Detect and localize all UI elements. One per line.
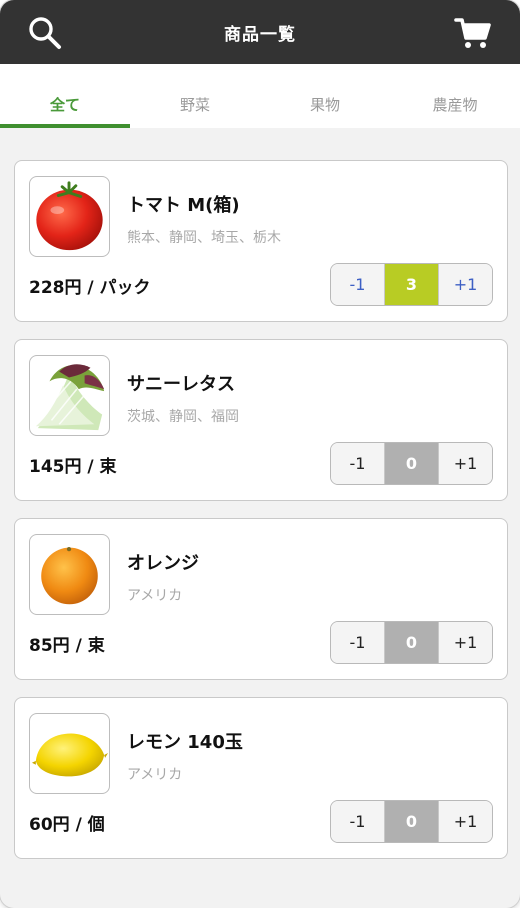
increment-button[interactable]: +1 <box>438 443 492 484</box>
product-origin: アメリカ <box>127 588 183 604</box>
decrement-button[interactable]: -1 <box>331 801 385 842</box>
orange-image <box>29 534 110 615</box>
quantity-count: 0 <box>385 801 438 842</box>
product-price: 145円 / 束 <box>29 457 117 477</box>
decrement-button[interactable]: -1 <box>331 443 385 484</box>
quantity-stepper: -1 3 +1 <box>330 263 493 306</box>
quantity-stepper: -1 0 +1 <box>330 800 493 843</box>
cart-icon[interactable] <box>454 14 492 52</box>
increment-button[interactable]: +1 <box>438 622 492 663</box>
product-card[interactable]: サニーレタス 茨城、静岡、福岡 145円 / 束 -1 0 +1 <box>14 339 508 501</box>
product-name: オレンジ <box>127 553 199 574</box>
product-name: サニーレタス <box>127 374 235 395</box>
tomato-image <box>29 176 110 257</box>
app-frame: 商品一覧 全て 野菜 果物 農産物 トマト M(箱) 熊本、静岡、埼玉、栃木 2… <box>0 0 520 908</box>
lemon-image <box>29 713 110 794</box>
lettuce-image <box>29 355 110 436</box>
decrement-button[interactable]: -1 <box>331 264 385 305</box>
product-price: 228円 / パック <box>29 278 151 298</box>
search-icon[interactable] <box>26 14 64 52</box>
product-name: レモン 140玉 <box>127 732 243 753</box>
tab-fruits[interactable]: 果物 <box>260 64 390 128</box>
product-origin: アメリカ <box>127 767 183 783</box>
tab-all[interactable]: 全て <box>0 64 130 128</box>
quantity-count: 0 <box>385 622 438 663</box>
product-origin: 熊本、静岡、埼玉、栃木 <box>127 230 281 246</box>
page-title: 商品一覧 <box>224 24 296 45</box>
app-header: 商品一覧 <box>0 0 520 64</box>
product-name: トマト M(箱) <box>127 195 240 216</box>
category-tabs: 全て 野菜 果物 農産物 <box>0 64 520 128</box>
tab-farm-products[interactable]: 農産物 <box>390 64 520 128</box>
product-card[interactable]: オレンジ アメリカ 85円 / 束 -1 0 +1 <box>14 518 508 680</box>
increment-button[interactable]: +1 <box>438 264 492 305</box>
decrement-button[interactable]: -1 <box>331 622 385 663</box>
product-card[interactable]: トマト M(箱) 熊本、静岡、埼玉、栃木 228円 / パック -1 3 +1 <box>14 160 508 322</box>
product-list: トマト M(箱) 熊本、静岡、埼玉、栃木 228円 / パック -1 3 +1 <box>0 128 520 859</box>
increment-button[interactable]: +1 <box>438 801 492 842</box>
quantity-count: 3 <box>385 264 438 305</box>
product-card[interactable]: レモン 140玉 アメリカ 60円 / 個 -1 0 +1 <box>14 697 508 859</box>
product-price: 85円 / 束 <box>29 636 105 656</box>
quantity-stepper: -1 0 +1 <box>330 442 493 485</box>
tab-vegetables[interactable]: 野菜 <box>130 64 260 128</box>
product-origin: 茨城、静岡、福岡 <box>127 409 239 425</box>
quantity-count: 0 <box>385 443 438 484</box>
product-price: 60円 / 個 <box>29 815 105 835</box>
quantity-stepper: -1 0 +1 <box>330 621 493 664</box>
